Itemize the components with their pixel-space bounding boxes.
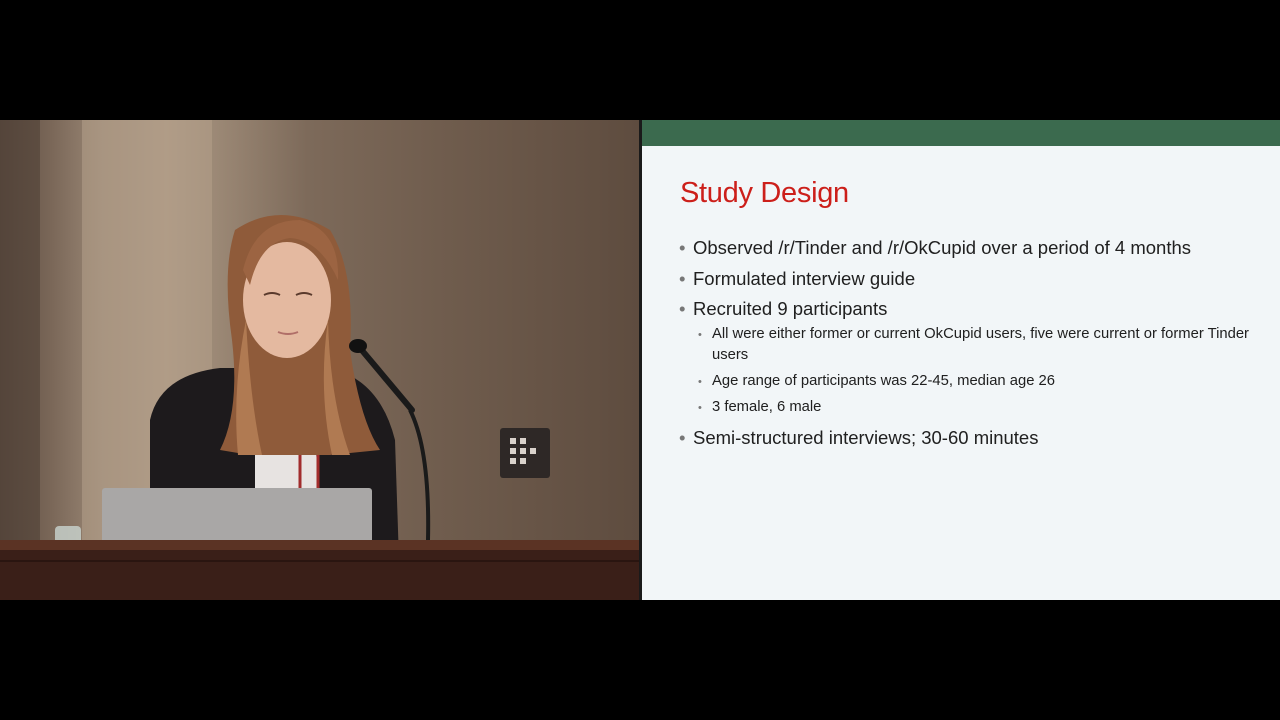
letterbox-top (0, 0, 1280, 120)
sub-bullet-list: • All were either former or current OkCu… (693, 324, 1269, 418)
slide-bullet-list: • Observed /r/Tinder and /r/OkCupid over… (679, 237, 1269, 457)
bullet-dot-icon: • (679, 237, 686, 258)
sub-bullet-text: All were either former or current OkCupi… (712, 326, 1249, 363)
bullet-text: Recruited 9 participants (693, 298, 888, 319)
bullet-dot-icon: • (679, 426, 686, 448)
bullet-item: • Semi-structured interviews; 30-60 minu… (679, 427, 1269, 449)
bullet-item: • Formulated interview guide (679, 268, 1269, 290)
sub-bullet-item: • All were either former or current OkCu… (698, 324, 1269, 366)
sub-bullet-text: 3 female, 6 male (712, 399, 822, 415)
sub-bullet-dot-icon: • (698, 329, 702, 341)
letterbox-bottom (0, 600, 1280, 720)
presentation-slide: Study Design • Observed /r/Tinder and /r… (642, 120, 1280, 600)
sub-bullet-dot-icon: • (698, 376, 702, 388)
bullet-item: • Observed /r/Tinder and /r/OkCupid over… (679, 237, 1269, 259)
bullet-text: Semi-structured interviews; 30-60 minute… (693, 426, 1039, 448)
speaker-video (0, 120, 640, 600)
sub-bullet-text: Age range of participants was 22-45, med… (712, 373, 1056, 389)
bullet-item: • Recruited 9 participants • All were ei… (679, 298, 1269, 418)
bullet-text: Formulated interview guide (693, 267, 916, 289)
bullet-dot-icon: • (679, 267, 686, 289)
slide-header-band (642, 120, 1280, 146)
bullet-dot-icon: • (679, 298, 686, 319)
bullet-text: Observed /r/Tinder and /r/OkCupid over a… (693, 237, 1192, 258)
sub-bullet-item: • Age range of participants was 22-45, m… (698, 371, 1269, 392)
speaker-scene-illustration (0, 120, 640, 600)
slide-title: Study Design (680, 177, 849, 209)
sub-bullet-item: • 3 female, 6 male (698, 397, 1269, 418)
sub-bullet-dot-icon: • (698, 402, 702, 414)
